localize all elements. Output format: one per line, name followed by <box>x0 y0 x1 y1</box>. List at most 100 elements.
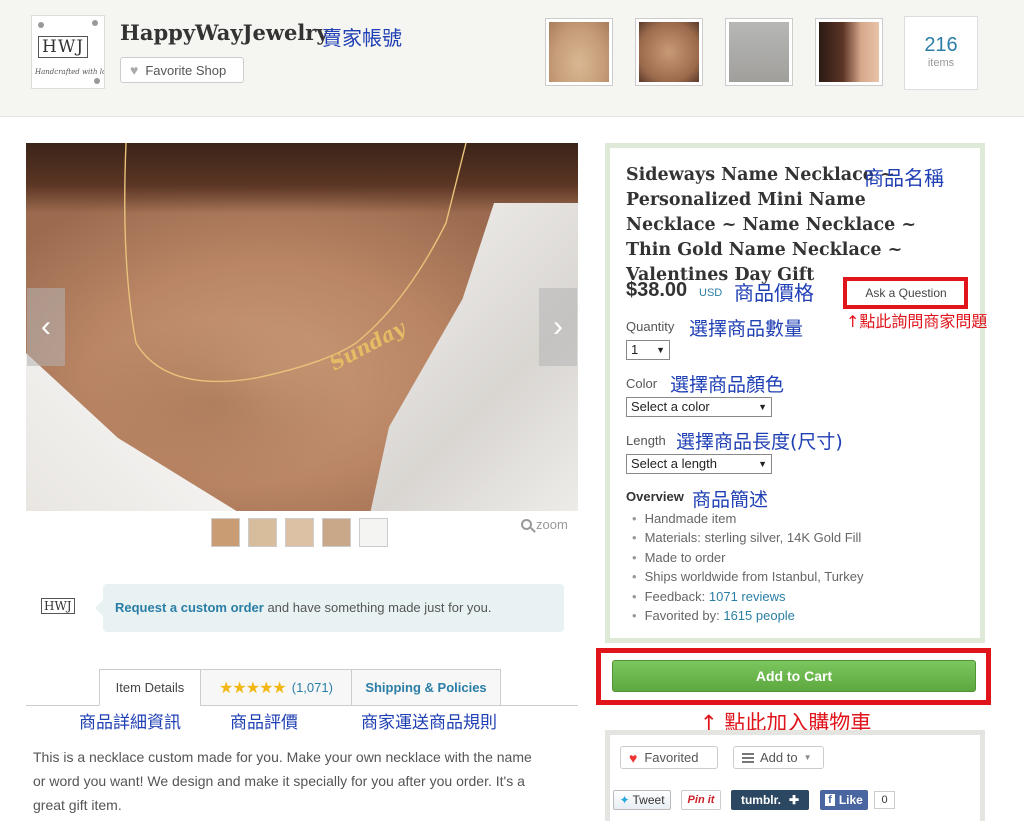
listing-tabs: Item Details ★★★★★ (1,071) Shipping & Po… <box>26 669 578 706</box>
shop-item-thumbnail[interactable] <box>545 18 613 86</box>
chevron-down-icon: ▼ <box>803 753 812 762</box>
image-thumbnails <box>211 518 388 547</box>
tab-reviews[interactable]: ★★★★★ (1,071) <box>200 669 352 706</box>
avatar-logo-text: HWJ <box>41 598 75 614</box>
necklace-pendant: Sunday <box>325 315 410 375</box>
image-thumbnail[interactable] <box>359 518 388 547</box>
custom-order-box: Request a custom order and have somethin… <box>95 584 564 632</box>
image-thumbnail[interactable] <box>248 518 277 547</box>
length-label: Length <box>626 433 666 448</box>
list-item: Ships worldwide from Istanbul, Turkey <box>632 567 864 586</box>
quantity-annotation: 選擇商品數量 <box>689 318 804 340</box>
list-icon <box>742 752 754 763</box>
tab-shipping-label: Shipping & Policies <box>365 680 487 695</box>
image-thumbnail[interactable] <box>211 518 240 547</box>
shop-item-thumbnail[interactable] <box>635 18 703 86</box>
items-label: items <box>927 57 955 69</box>
plus-icon: ✚ <box>788 793 800 807</box>
overview-list: Handmade item Materials: sterling silver… <box>632 509 864 625</box>
favorite-shop-button[interactable]: ♥ Favorite Shop <box>120 57 244 83</box>
overview-annotation: 商品簡述 <box>692 489 769 511</box>
annotation-shipping: 商家運送商品規則 <box>361 713 497 733</box>
custom-order-text: and have something made just for you. <box>263 600 492 615</box>
list-item: Materials: sterling silver, 14K Gold Fil… <box>632 528 864 547</box>
tweet-label: Tweet <box>632 793 665 807</box>
feedback-link[interactable]: 1071 reviews <box>709 589 786 604</box>
tumblr-button[interactable]: tumblr. ✚ <box>731 790 809 810</box>
favorite-shop-label: Favorite Shop <box>145 62 227 78</box>
shop-name[interactable]: HappyWayJewelry <box>120 20 329 45</box>
facebook-like-count: 0 <box>874 791 895 809</box>
shop-annotation: 賣家帳號 <box>322 26 402 50</box>
favorited-button[interactable]: ♥ Favorited <box>620 746 718 769</box>
favorited-by-link[interactable]: 1615 people <box>723 608 795 623</box>
tab-item-details[interactable]: Item Details <box>99 669 201 706</box>
items-count-box[interactable]: 216 items <box>904 16 978 90</box>
annotation-item-details: 商品詳細資訊 <box>79 713 181 733</box>
list-item: Handmade item <box>632 509 864 528</box>
tab-item-details-label: Item Details <box>115 680 185 695</box>
logo-decoration <box>92 20 98 26</box>
necklace-chain: Sunday <box>124 143 467 383</box>
length-select[interactable]: Select a length ▼ <box>626 454 772 474</box>
overview-heading: Overview <box>626 489 684 504</box>
logo-tagline: Handcrafted with love <box>35 68 104 76</box>
shop-logo[interactable]: HWJ Handcrafted with love <box>31 15 105 89</box>
color-annotation: 選擇商品顏色 <box>670 374 785 396</box>
facebook-icon: f <box>825 794 835 806</box>
item-description: This is a necklace custom made for you. … <box>33 749 532 813</box>
prev-image-button[interactable]: ‹ <box>27 288 65 366</box>
items-count: 216 <box>924 34 958 56</box>
main-product-image[interactable]: Sunday <box>26 143 578 511</box>
ask-question-annotation: ↑點此詢問商家問題 <box>846 312 988 331</box>
currency-label: USD <box>699 287 723 299</box>
pin-it-button[interactable]: Pin it <box>681 790 721 810</box>
favorited-by-label: Favorited by: <box>644 608 720 624</box>
color-select-value: Select a color <box>631 399 710 414</box>
next-image-button[interactable]: › <box>539 288 577 366</box>
list-item: Made to order <box>632 548 864 567</box>
facebook-like-button[interactable]: f Like <box>820 790 868 810</box>
image-thumbnail[interactable] <box>322 518 351 547</box>
chevron-down-icon: ▼ <box>758 402 767 412</box>
heart-icon: ♥ <box>130 62 139 78</box>
add-to-cart-button[interactable]: Add to Cart <box>612 660 976 692</box>
length-annotation: 選擇商品長度(尺寸) <box>676 431 843 453</box>
heart-icon: ♥ <box>629 749 638 766</box>
image-thumbnail[interactable] <box>285 518 314 547</box>
quantity-select[interactable]: 1 ▼ <box>626 340 670 360</box>
tumblr-label: tumblr. <box>740 793 781 807</box>
logo-decoration <box>94 78 100 84</box>
length-select-value: Select a length <box>631 456 718 471</box>
chevron-down-icon: ▼ <box>656 345 665 355</box>
list-item: Favorited by: 1615 people <box>632 606 864 625</box>
zoom-button[interactable]: zoom <box>521 517 568 532</box>
price-annotation: 商品價格 <box>734 281 814 305</box>
shop-item-thumbnail[interactable] <box>815 18 883 86</box>
fb-like-label: Like <box>838 793 863 807</box>
request-custom-order-link[interactable]: Request a custom order <box>115 600 264 615</box>
chevron-down-icon: ▼ <box>758 459 767 469</box>
tweet-button[interactable]: ✦ Tweet <box>613 790 671 810</box>
reviews-count: (1,071) <box>291 680 333 695</box>
list-item: Feedback: 1071 reviews <box>632 587 864 606</box>
annotation-reviews: 商品評價 <box>230 713 298 733</box>
add-to-list-button[interactable]: Add to ▼ <box>733 746 824 769</box>
color-label: Color <box>626 376 658 391</box>
tab-shipping-policies[interactable]: Shipping & Policies <box>351 669 501 706</box>
color-select[interactable]: Select a color ▼ <box>626 397 772 417</box>
listing-price: $38.00 <box>626 279 688 301</box>
zoom-label: zoom <box>536 517 568 532</box>
rating-stars: ★★★★★ <box>219 679 287 697</box>
feedback-label: Feedback: <box>644 588 706 604</box>
title-annotation: 商品名稱 <box>864 166 944 190</box>
twitter-bird-icon: ✦ <box>619 793 630 807</box>
shop-item-thumbnail[interactable] <box>725 18 793 86</box>
quantity-label: Quantity <box>626 319 675 334</box>
add-to-label: Add to <box>760 750 798 765</box>
shop-header: HWJ Handcrafted with love HappyWayJewelr… <box>0 0 1024 117</box>
quantity-value: 1 <box>631 342 639 357</box>
logo-text: HWJ <box>38 36 89 58</box>
custom-order-avatar: HWJ <box>38 584 88 632</box>
ask-question-button[interactable]: Ask a Question <box>851 284 961 302</box>
